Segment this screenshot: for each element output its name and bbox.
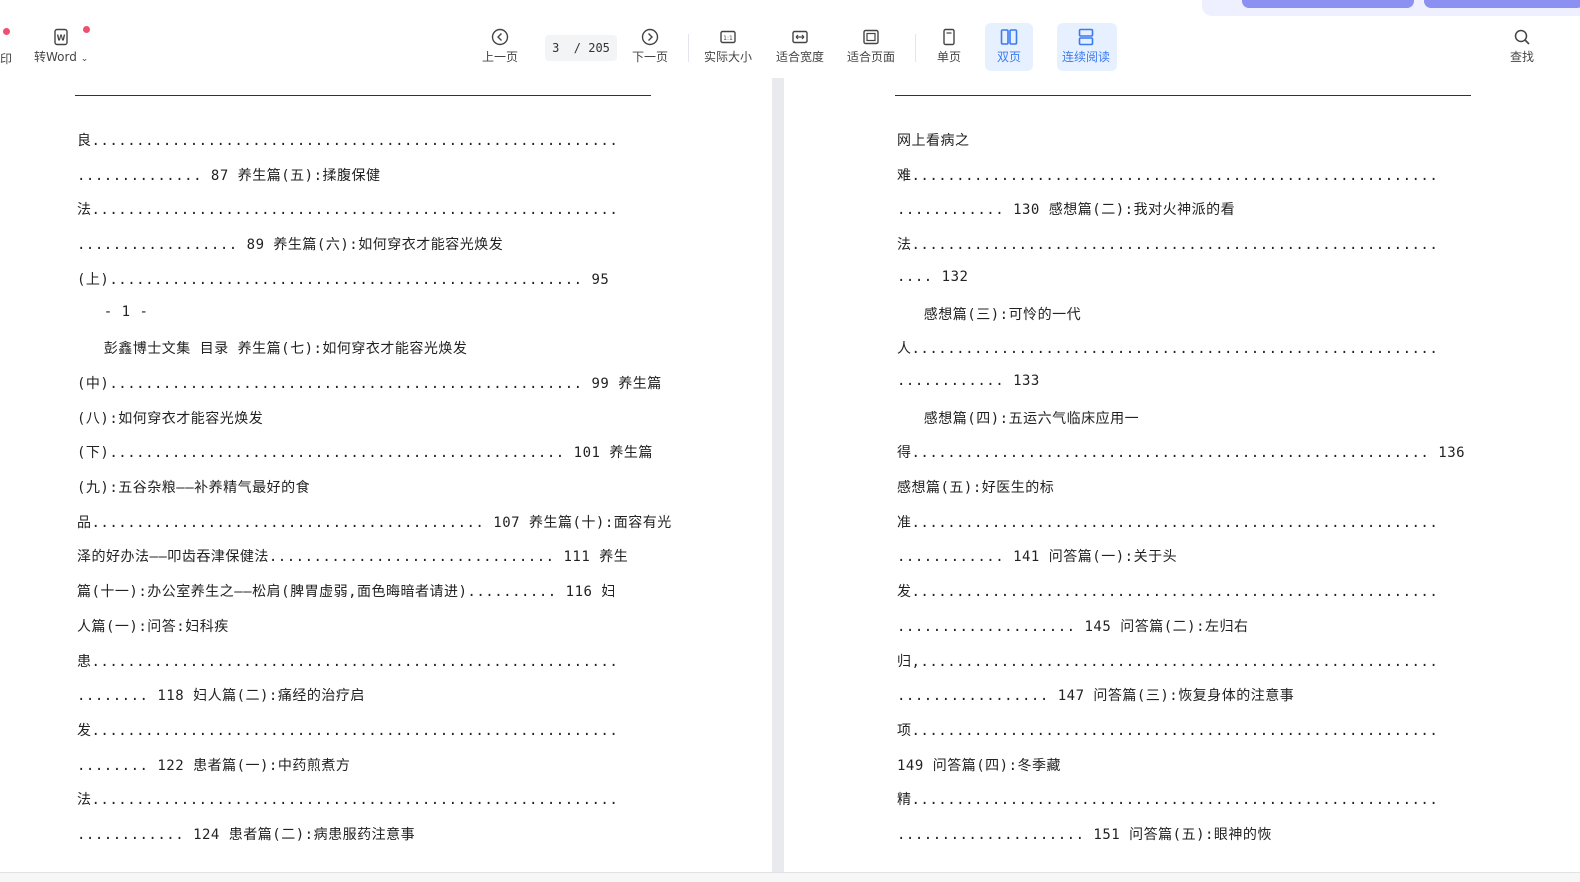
print-button[interactable]: 印 xyxy=(0,50,12,67)
actual-size-icon: 1:1 xyxy=(720,30,736,44)
toc-line: 法.......................................… xyxy=(77,792,619,809)
print-label: 印 xyxy=(0,52,13,66)
chevron-right-circle-icon xyxy=(641,28,659,46)
toc-line: ............ 141 问答篇(一):关于头 xyxy=(897,549,1178,566)
toc-line: (九):五谷杂粮——补养精气最好的食 xyxy=(77,480,311,496)
toc-line: ........ 118 妇人篇(二):痛经的治疗启 xyxy=(77,688,365,705)
toc-line: 人.......................................… xyxy=(897,341,1439,358)
toolbar-divider xyxy=(915,34,916,62)
toc-line: 篇(十一):办公室养生之——松肩(脾胃虚弱,面色晦暗者请进)..........… xyxy=(77,584,616,601)
toc-line: .............. 87 养生篇(五):揉腹保健 xyxy=(77,167,381,184)
toc-line: 法.......................................… xyxy=(897,237,1439,254)
toc-line: (中).....................................… xyxy=(77,375,662,392)
toc-line: 准.......................................… xyxy=(897,514,1439,531)
toc-line: 难.......................................… xyxy=(897,167,1439,184)
toc-line: 发.......................................… xyxy=(77,722,619,739)
svg-text:W: W xyxy=(57,34,66,43)
next-page-button[interactable]: 下一页 xyxy=(632,28,668,65)
single-page-button[interactable]: 单页 xyxy=(937,28,961,65)
continuous-reading-icon xyxy=(1078,28,1094,46)
prev-page-label: 上一页 xyxy=(482,50,519,64)
search-label: 查找 xyxy=(1510,50,1535,64)
toolbar-divider xyxy=(688,34,689,62)
toc-line: (上).....................................… xyxy=(77,271,610,288)
search-button[interactable]: 查找 xyxy=(1510,28,1534,65)
toc-line: .................. 89 养生篇(六):如何穿衣才能容光焕发 xyxy=(77,237,504,254)
toc-line: ............ 130 感想篇(二):我对火神派的看 xyxy=(897,202,1236,219)
top-tab-pill[interactable] xyxy=(1424,0,1580,8)
single-page-icon xyxy=(943,28,955,46)
top-tab-strip xyxy=(1202,0,1580,16)
toc-line: ........ 122 患者篇(一):中药煎煮方 xyxy=(77,757,351,774)
double-page-icon xyxy=(1000,29,1018,45)
fit-width-button[interactable]: 适合宽度 xyxy=(776,28,824,65)
actual-size-label: 实际大小 xyxy=(704,50,753,64)
toc-line: 归,......................................… xyxy=(897,653,1439,670)
page-number-input[interactable]: 3 / 205 xyxy=(545,35,617,61)
current-page: 3 xyxy=(552,41,560,55)
double-page-button[interactable]: 双页 xyxy=(997,28,1021,65)
status-bar xyxy=(0,872,1580,882)
fit-page-label: 适合页面 xyxy=(847,50,896,64)
continuous-reading-label: 连续阅读 xyxy=(1062,50,1111,64)
chevron-down-icon: ⌄ xyxy=(80,54,89,64)
toc-line: 人篇(一):问答:妇科疾 xyxy=(77,618,229,635)
svg-text:1:1: 1:1 xyxy=(723,35,733,42)
toc-line: ............ 124 患者篇(二):病患服药注意事 xyxy=(77,827,416,843)
toc-line: ..................... 151 问答篇(五):眼神的恢 xyxy=(897,827,1272,843)
chevron-left-circle-icon xyxy=(491,28,509,46)
reader-toolbar: 印 W 转Word ⌄ 上一页 3 / 205 下一页 1:1 实际大小 适合宽… xyxy=(0,0,1580,78)
next-page-label: 下一页 xyxy=(632,50,669,64)
toc-line: (下).....................................… xyxy=(77,445,653,462)
actual-size-button[interactable]: 1:1 实际大小 xyxy=(704,28,752,65)
toc-line: 项.......................................… xyxy=(897,722,1439,739)
double-page-label: 双页 xyxy=(997,50,1022,64)
toc-line: 泽的好办法——叩齿吞津保健法..........................… xyxy=(77,549,629,566)
to-word-button[interactable]: W 转Word ⌄ xyxy=(34,28,88,65)
toc-line: 149 问答篇(四):冬季藏 xyxy=(897,757,1062,774)
total-pages: / 205 xyxy=(573,41,610,55)
toc-line: 良.......................................… xyxy=(77,133,619,149)
search-icon xyxy=(1514,29,1530,45)
toc-line: - 1 - xyxy=(77,303,149,320)
header-rule xyxy=(895,95,1471,96)
toc-line: 感想篇(三):可怜的一代 xyxy=(897,306,1082,323)
toc-line: 感想篇(五):好医生的标 xyxy=(897,480,1055,496)
toc-line: 精.......................................… xyxy=(897,792,1439,809)
prev-page-button[interactable]: 上一页 xyxy=(482,28,518,65)
to-word-label: 转Word xyxy=(34,50,77,64)
document-viewport[interactable]: 良.......................................… xyxy=(0,78,1580,872)
notification-dot xyxy=(3,28,10,35)
toc-line: 网上看病之 xyxy=(897,133,970,149)
top-tab-pill[interactable] xyxy=(1242,0,1414,8)
single-page-label: 单页 xyxy=(937,50,962,64)
fit-width-label: 适合宽度 xyxy=(776,50,825,64)
continuous-reading-button[interactable]: 连续阅读 xyxy=(1062,28,1110,65)
toc-line: 法.......................................… xyxy=(77,202,619,219)
toc-line: .... 132 xyxy=(897,268,969,285)
word-icon: W xyxy=(54,28,68,46)
header-rule xyxy=(75,95,651,96)
toc-line: (八):如何穿衣才能容光焕发 xyxy=(77,410,264,427)
fit-width-icon xyxy=(792,30,808,44)
toc-line: 发.......................................… xyxy=(897,584,1439,601)
toc-line: .................... 145 问答篇(二):左归右 xyxy=(897,618,1249,635)
document-page-right: 网上看病之难..................................… xyxy=(784,78,1580,872)
toc-line: ................. 147 问答篇(三):恢复身体的注意事 xyxy=(897,688,1295,705)
toc-line: 得.......................................… xyxy=(897,445,1466,462)
toc-line: 患.......................................… xyxy=(77,653,619,670)
toc-line: 彭鑫博士文集 目录 养生篇(七):如何穿衣才能容光焕发 xyxy=(77,341,468,358)
fit-page-icon xyxy=(863,29,879,45)
document-page-left: 良.......................................… xyxy=(0,78,772,872)
toc-line: 感想篇(四):五运六气临床应用一 xyxy=(897,410,1140,427)
toc-line: ............ 133 xyxy=(897,372,1040,389)
fit-page-button[interactable]: 适合页面 xyxy=(847,28,895,65)
toc-line: 品.......................................… xyxy=(77,514,672,531)
